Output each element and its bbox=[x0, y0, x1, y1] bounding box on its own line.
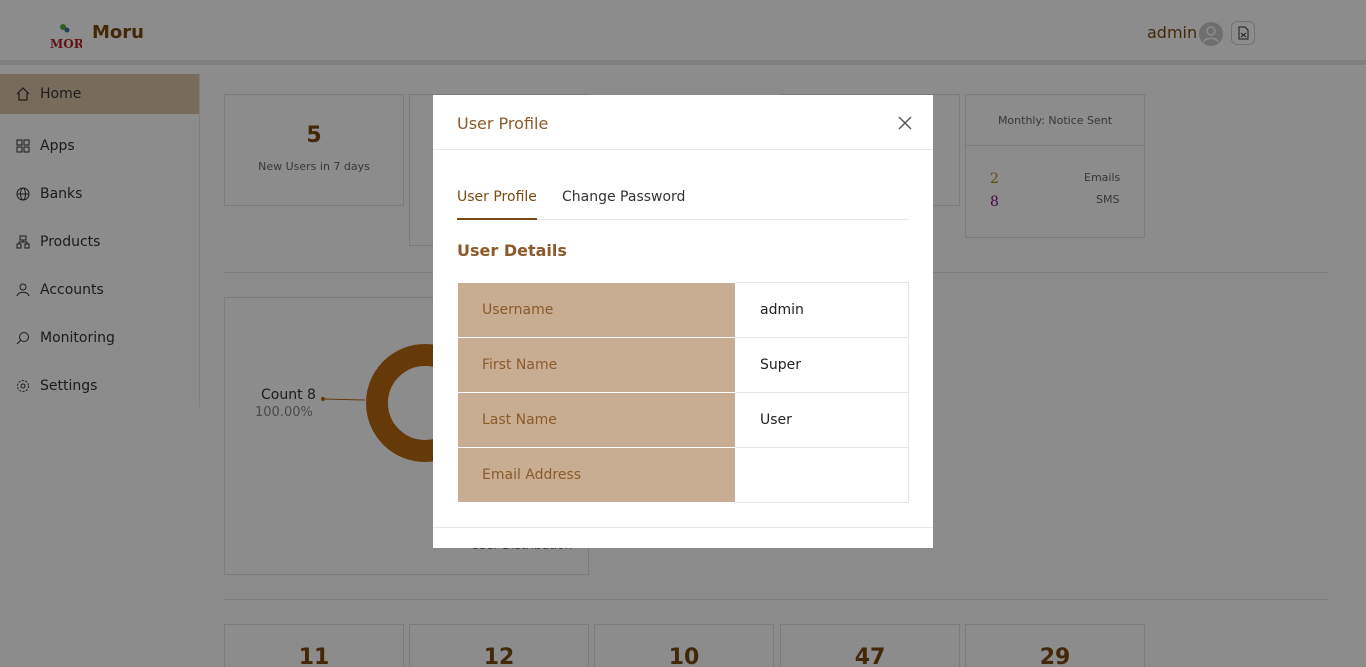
last-name-label: Last Name bbox=[457, 392, 736, 448]
username-value: admin bbox=[735, 282, 909, 338]
email-address-value bbox=[735, 447, 909, 503]
username-label: Username bbox=[457, 282, 736, 338]
table-row: First Name Super bbox=[457, 337, 909, 393]
tab-change-password[interactable]: Change Password bbox=[562, 189, 685, 220]
table-row: Username admin bbox=[457, 282, 909, 338]
first-name-label: First Name bbox=[457, 337, 736, 393]
modal-title: User Profile bbox=[457, 114, 549, 133]
email-address-label: Email Address bbox=[457, 447, 736, 503]
last-name-value: User bbox=[735, 392, 909, 448]
tab-user-profile[interactable]: User Profile bbox=[457, 189, 537, 220]
user-details-table: Username admin First Name Super Last Nam… bbox=[457, 282, 909, 503]
user-profile-modal: User Profile User Profile Change Passwor… bbox=[433, 95, 933, 548]
modal-footer-divider bbox=[433, 527, 933, 528]
table-row: Email Address bbox=[457, 447, 909, 503]
profile-tabs: User Profile Change Password bbox=[457, 175, 909, 220]
modal-header: User Profile bbox=[433, 95, 933, 150]
first-name-value: Super bbox=[735, 337, 909, 393]
section-title: User Details bbox=[457, 241, 567, 260]
close-icon[interactable] bbox=[897, 115, 913, 131]
table-row: Last Name User bbox=[457, 392, 909, 448]
